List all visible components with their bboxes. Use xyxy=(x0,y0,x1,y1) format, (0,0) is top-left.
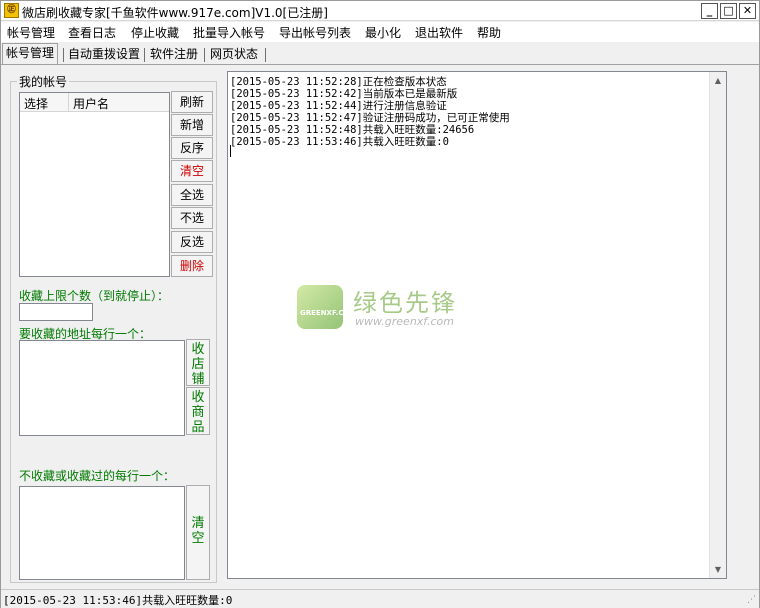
menu-account-manage[interactable]: 帐号管理 xyxy=(7,24,55,41)
deselect-button[interactable]: 不选 xyxy=(171,207,213,229)
column-username[interactable]: 用户名 xyxy=(73,95,109,112)
resize-grip-icon[interactable]: ⋰ xyxy=(747,596,756,605)
log-line: [2015-05-23 11:53:46]共载入旺旺数量:0 xyxy=(230,136,449,148)
tab-account-manage[interactable]: 帐号管理 xyxy=(2,43,59,65)
menu-batch-import[interactable]: 批量导入帐号 xyxy=(193,24,265,41)
select-all-button[interactable]: 全选 xyxy=(171,184,213,206)
scroll-up-icon[interactable]: ▲ xyxy=(710,72,726,89)
menu-bar: 帐号管理 查看日志 停止收藏 批量导入帐号 导出帐号列表 最小化 退出软件 帮助 xyxy=(1,22,759,42)
watermark-logo-icon: GREENXF.COM xyxy=(297,285,356,329)
clear-exclude-label: 清空 xyxy=(191,516,205,546)
collect-goods-button[interactable]: 收商品 xyxy=(186,387,210,435)
menu-minimize[interactable]: 最小化 xyxy=(365,24,401,41)
watermark-url: www.greenxf.com xyxy=(355,315,454,328)
invert-selection-button[interactable]: 反选 xyxy=(171,231,213,253)
account-list-header: 选择 用户名 xyxy=(20,93,169,112)
window-title: 微店刷收藏专家[千鱼软件www.917e.com]V1.0[已注册] xyxy=(22,6,328,20)
tab-separator xyxy=(144,48,145,62)
app-icon: ㊣ xyxy=(4,3,19,18)
scroll-down-icon[interactable]: ▼ xyxy=(710,561,726,578)
tab-auto-redial[interactable]: 自动重拨设置 xyxy=(65,45,143,65)
tab-content-border xyxy=(1,64,759,65)
menu-exit[interactable]: 退出软件 xyxy=(415,24,463,41)
accounts-group-label: 我的帐号 xyxy=(17,73,70,90)
delete-button[interactable]: 删除 xyxy=(171,255,213,277)
clear-exclude-button[interactable]: 清空 xyxy=(186,485,210,580)
limit-input[interactable] xyxy=(19,303,93,321)
tab-separator xyxy=(204,48,205,62)
tab-web-status[interactable]: 网页状态 xyxy=(207,45,261,65)
tab-bar: 帐号管理 自动重拨设置 软件注册 网页状态 xyxy=(1,43,759,65)
tab-separator xyxy=(63,48,64,62)
app-window: ㊣ 微店刷收藏专家[千鱼软件www.917e.com]V1.0[已注册] _ □… xyxy=(0,0,760,608)
watermark: GREENXF.COM 绿色先锋 www.greenxf.com xyxy=(297,283,477,333)
maximize-button[interactable]: □ xyxy=(720,3,737,19)
refresh-button[interactable]: 刷新 xyxy=(171,91,213,113)
add-button[interactable]: 新增 xyxy=(171,114,213,136)
watermark-logo-text: GREENXF.COM xyxy=(300,309,357,317)
collect-shop-label: 收店铺 xyxy=(191,342,205,387)
status-bar: [2015-05-23 11:53:46]共载入旺旺数量:0 ⋰ xyxy=(1,589,759,608)
tab-separator xyxy=(265,48,266,62)
title-bar: ㊣ 微店刷收藏专家[千鱼软件www.917e.com]V1.0[已注册] _ □… xyxy=(1,1,759,21)
exclude-label: 不收藏或收藏过的每行一个： xyxy=(19,469,176,483)
limit-label: 收藏上限个数（到就停止）： xyxy=(19,289,170,303)
menu-export-list[interactable]: 导出帐号列表 xyxy=(279,24,351,41)
exclude-textarea[interactable] xyxy=(19,486,185,580)
text-caret xyxy=(230,145,231,157)
clear-accounts-button[interactable]: 清空 xyxy=(171,160,213,182)
watermark-title: 绿色先锋 xyxy=(353,289,457,317)
collect-goods-label: 收商品 xyxy=(191,390,205,435)
menu-help[interactable]: 帮助 xyxy=(477,24,501,41)
collect-shop-button[interactable]: 收店铺 xyxy=(186,339,210,387)
close-button[interactable]: ✕ xyxy=(739,3,756,19)
minimize-button[interactable]: _ xyxy=(701,3,718,19)
menu-view-log[interactable]: 查看日志 xyxy=(68,24,116,41)
tab-registration[interactable]: 软件注册 xyxy=(147,45,201,65)
reverse-order-button[interactable]: 反序 xyxy=(171,137,213,159)
log-scrollbar[interactable]: ▲ ▼ xyxy=(709,72,726,578)
column-divider[interactable] xyxy=(68,93,69,112)
menu-stop-collect[interactable]: 停止收藏 xyxy=(131,24,179,41)
urls-textarea[interactable] xyxy=(19,340,185,436)
status-text: [2015-05-23 11:53:46]共载入旺旺数量:0 xyxy=(3,594,233,607)
account-list[interactable]: 选择 用户名 xyxy=(19,92,170,277)
column-select[interactable]: 选择 xyxy=(24,95,48,112)
